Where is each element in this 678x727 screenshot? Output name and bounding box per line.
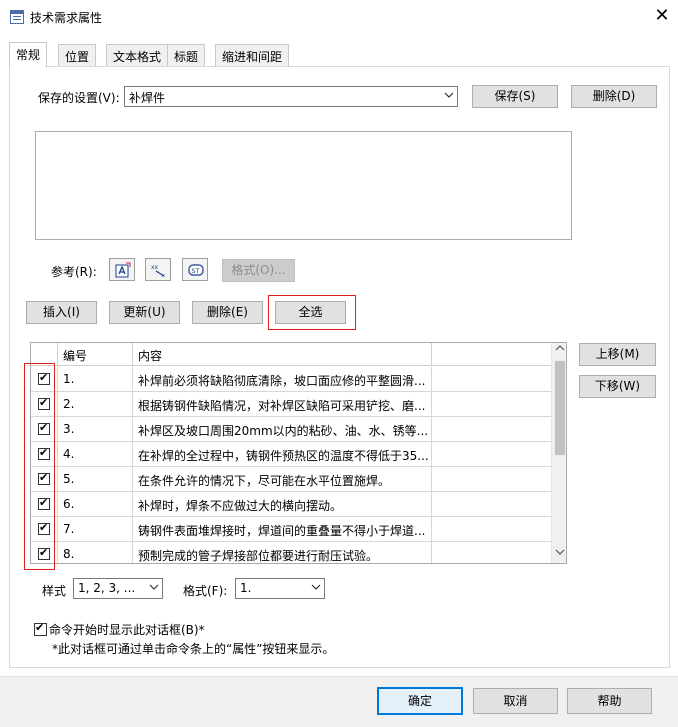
- table-row[interactable]: 4. 在补焊的全过程中，铸钢件预热区的温度不得低于35...: [31, 442, 551, 467]
- scroll-up-icon[interactable]: [552, 343, 566, 359]
- row-number: 8.: [58, 542, 133, 563]
- row-content: 在补焊的全过程中，铸钢件预热区的温度不得低于35...: [133, 442, 432, 467]
- saved-settings-value: 补焊件: [129, 91, 166, 105]
- delete-setting-button[interactable]: 删除(D): [571, 85, 657, 108]
- format-combo[interactable]: 1.: [235, 578, 325, 599]
- table-row[interactable]: 1. 补焊前必须将缺陷彻底清除，坡口面应修的平整圆滑...: [31, 367, 551, 392]
- delete-row-button[interactable]: 删除(E): [192, 301, 263, 324]
- header-content: 内容: [133, 343, 432, 366]
- symbol-icon[interactable]: xx x: [145, 258, 171, 281]
- table-row[interactable]: 3. 补焊区及坡口周围20mm以内的粘砂、油、水、锈等...: [31, 417, 551, 442]
- row-number: 1.: [58, 367, 133, 392]
- show-dialog-checkbox[interactable]: [34, 621, 47, 636]
- scroll-down-icon[interactable]: [552, 547, 566, 563]
- row-checkbox[interactable]: [38, 471, 50, 485]
- style-label: 样式: [42, 584, 67, 598]
- scrollbar-thumb[interactable]: [555, 361, 565, 455]
- special-text-icon[interactable]: ST: [182, 258, 208, 281]
- reference-label: 参考(R):: [51, 265, 97, 279]
- tab-indent-spacing[interactable]: 缩进和间距: [215, 44, 290, 66]
- row-checkbox[interactable]: [38, 421, 50, 435]
- svg-text:ST: ST: [192, 267, 200, 275]
- header-checkbox-column: [31, 343, 58, 366]
- tab-general[interactable]: 常规: [9, 42, 48, 67]
- table-row[interactable]: 2. 根据铸钢件缺陷情况，对补焊区缺陷可采用铲挖、磨...: [31, 392, 551, 417]
- close-icon[interactable]: ✕: [652, 6, 672, 26]
- window-title: 技术需求属性: [30, 11, 103, 25]
- row-number: 2.: [58, 392, 133, 417]
- style-combo[interactable]: 1, 2, 3, ...: [73, 578, 163, 599]
- table-row[interactable]: 8. 预制完成的管子焊接部位都要进行耐压试验。: [31, 542, 551, 563]
- chevron-down-icon: [149, 580, 159, 597]
- requirements-table[interactable]: 编号 内容 1. 补焊前必须将缺陷彻底清除，坡口面应修的平整圆滑... 2. 根…: [30, 342, 567, 564]
- row-checkbox[interactable]: [38, 521, 50, 535]
- title-bar: 技术需求属性 ✕: [0, 0, 678, 34]
- row-checkbox[interactable]: [38, 446, 50, 460]
- row-number: 3.: [58, 417, 133, 442]
- tab-title[interactable]: 标题: [167, 44, 206, 66]
- style-value: 1, 2, 3, ...: [78, 581, 136, 595]
- format-label: 格式(F):: [183, 584, 228, 598]
- help-button[interactable]: 帮助: [567, 688, 652, 714]
- chevron-down-icon: [444, 88, 454, 105]
- insert-attribute-icon[interactable]: [109, 258, 135, 281]
- show-dialog-label[interactable]: 命令开始时显示此对话框(B)*: [49, 621, 205, 638]
- row-content: 铸钢件表面堆焊接时，焊道间的重叠量不得小于焊道...: [133, 517, 432, 542]
- row-content: 补焊区及坡口周围20mm以内的粘砂、油、水、锈等...: [133, 417, 432, 442]
- row-number: 4.: [58, 442, 133, 467]
- format-value: 1.: [240, 581, 252, 595]
- ok-button[interactable]: 确定: [377, 687, 463, 715]
- table-row[interactable]: 7. 铸钢件表面堆焊接时，焊道间的重叠量不得小于焊道...: [31, 517, 551, 542]
- table-scrollbar[interactable]: [551, 343, 566, 563]
- move-down-button[interactable]: 下移(W): [579, 375, 656, 398]
- insert-button[interactable]: 插入(I): [26, 301, 97, 324]
- save-button[interactable]: 保存(S): [472, 85, 558, 108]
- select-all-button[interactable]: 全选: [275, 301, 346, 324]
- svg-text:xx: xx: [151, 264, 159, 271]
- tab-text-format[interactable]: 文本格式: [106, 44, 169, 66]
- row-number: 7.: [58, 517, 133, 542]
- row-checkbox[interactable]: [38, 496, 50, 510]
- saved-settings-label: 保存的设置(V):: [38, 91, 120, 105]
- row-number: 5.: [58, 467, 133, 492]
- tab-position[interactable]: 位置: [58, 44, 97, 66]
- app-icon: [10, 10, 24, 24]
- cancel-button[interactable]: 取消: [473, 688, 558, 714]
- header-number: 编号: [58, 343, 133, 366]
- row-number: 6.: [58, 492, 133, 517]
- row-checkbox[interactable]: [38, 546, 50, 560]
- row-content: 根据铸钢件缺陷情况，对补焊区缺陷可采用铲挖、磨...: [133, 392, 432, 417]
- row-content: 在条件允许的情况下，尽可能在水平位置施焊。: [133, 467, 432, 492]
- row-content: 补焊时，焊条不应做过大的横向摆动。: [133, 492, 432, 517]
- chevron-down-icon: [311, 580, 321, 597]
- saved-settings-combo[interactable]: 补焊件: [124, 86, 458, 107]
- format-button[interactable]: 格式(O)...: [222, 259, 295, 282]
- update-button[interactable]: 更新(U): [109, 301, 180, 324]
- table-row[interactable]: 6. 补焊时，焊条不应做过大的横向摆动。: [31, 492, 551, 517]
- row-checkbox[interactable]: [38, 396, 50, 410]
- row-content: 预制完成的管子焊接部位都要进行耐压试验。: [133, 542, 432, 563]
- row-content: 补焊前必须将缺陷彻底清除，坡口面应修的平整圆滑...: [133, 367, 432, 392]
- show-dialog-note: *此对话框可通过单击命令条上的“属性”按钮来显示。: [52, 642, 335, 656]
- requirement-text-area[interactable]: [35, 131, 572, 240]
- row-checkbox[interactable]: [38, 371, 50, 385]
- table-header: 编号 内容: [31, 343, 551, 366]
- svg-text:x: x: [162, 273, 165, 278]
- move-up-button[interactable]: 上移(M): [579, 343, 656, 366]
- table-row[interactable]: 5. 在条件允许的情况下，尽可能在水平位置施焊。: [31, 467, 551, 492]
